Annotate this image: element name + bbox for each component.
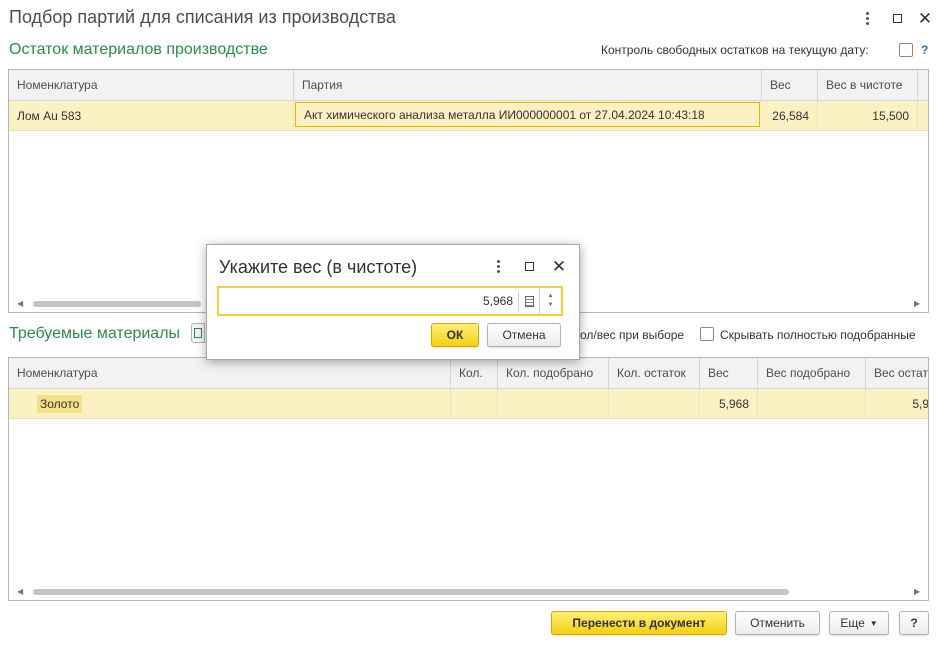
scroll-right-icon[interactable]: ▶ [914,299,920,308]
column-header-weight-rest[interactable]: Вес остат [866,358,928,389]
column-header-nomenclature[interactable]: Номенклатура [9,70,294,101]
more-button[interactable]: Еще ▼ [829,611,889,635]
cancel-button[interactable]: Отменить [735,611,820,635]
dialog-maximize-icon[interactable] [519,256,539,276]
calculator-icon[interactable] [518,291,539,311]
column-header-weight-pure[interactable]: Вес в чистоте [818,70,918,101]
stock-section-title: Остаток материалов производстве [9,41,268,58]
chevron-down-icon: ▼ [869,618,878,628]
column-header-qty[interactable]: Кол. [451,358,498,389]
column-header-nomenclature[interactable]: Номенклатура [9,358,451,389]
control-free-stock-checkbox[interactable] [899,43,913,57]
weight-input-value: 5,968 [482,294,513,308]
cell-nomenclature: Золото [29,389,451,418]
hide-fully-selected-label: Скрывать полностью подобранные [720,328,916,342]
cell-qty-rest [609,389,700,418]
cell-weight: 26,584 [762,101,818,130]
cell-weight-selected [758,389,866,418]
more-button-label: Еще [840,616,865,630]
cell-qty-selected [498,389,609,418]
scroll-left-icon[interactable]: ◀ [17,587,23,596]
cell-qty [451,389,498,418]
horizontal-scrollbar[interactable] [33,589,789,595]
horizontal-scrollbar[interactable] [33,301,201,307]
help-button[interactable]: ? [899,611,929,635]
window-title: Подбор партий для списания из производст… [9,7,396,27]
dialog-close-icon[interactable]: ✕ [549,256,569,276]
weight-input[interactable]: 5,968 ▲ ▼ [217,286,563,316]
column-header-weight-selected[interactable]: Вес подобрано [758,358,866,389]
column-header-extra [918,70,928,101]
weight-dialog[interactable]: Укажите вес (в чистоте) ✕ 5,968 ▲ ▼ ОК От… [206,244,580,360]
table-row[interactable]: Золото 5,968 5,9 [9,389,928,419]
required-table[interactable]: Номенклатура Кол. Кол. подобрано Кол. ос… [8,357,929,601]
column-header-batch[interactable]: Партия [294,70,762,101]
hide-fully-selected-checkbox[interactable] [700,327,714,341]
dialog-title: Укажите вес (в чистоте) [219,257,418,277]
cell-weight-rest: 5,9 [866,389,928,418]
close-icon[interactable]: ✕ [915,8,935,28]
column-header-qty-selected[interactable]: Кол. подобрано [498,358,609,389]
control-free-stock-label: Контроль свободных остатков на текущую д… [601,43,869,57]
partial-weight-label: ол/вес при выборе [580,328,685,342]
column-header-qty-rest[interactable]: Кол. остаток [609,358,700,389]
transfer-to-document-button[interactable]: Перенести в документ [551,611,727,635]
column-header-weight[interactable]: Вес [762,70,818,101]
cell-weight: 5,968 [700,389,758,418]
table-row[interactable]: Лом Au 583 Акт химического анализа метал… [9,101,928,131]
required-section-title: Требуемые материалы [9,325,181,342]
cell-batch[interactable]: Акт химического анализа металла ИИ000000… [295,102,760,127]
nomenclature-value: Золото [37,394,83,413]
dialog-more-vertical-icon[interactable] [488,256,508,276]
ok-button[interactable]: ОК [431,323,479,347]
scroll-left-icon[interactable]: ◀ [17,299,23,308]
cell-weight-pure: 15,500 [818,101,918,130]
more-vertical-icon[interactable] [857,8,877,28]
spin-arrows-icon[interactable]: ▲ ▼ [539,288,561,314]
cell-nomenclature: Лом Au 583 [9,101,294,130]
scroll-right-icon[interactable]: ▶ [914,587,920,596]
help-icon[interactable]: ? [921,43,928,57]
column-header-weight[interactable]: Вес [700,358,758,389]
dialog-cancel-button[interactable]: Отмена [487,323,561,347]
maximize-icon[interactable] [887,8,907,28]
add-icon[interactable] [191,323,205,343]
